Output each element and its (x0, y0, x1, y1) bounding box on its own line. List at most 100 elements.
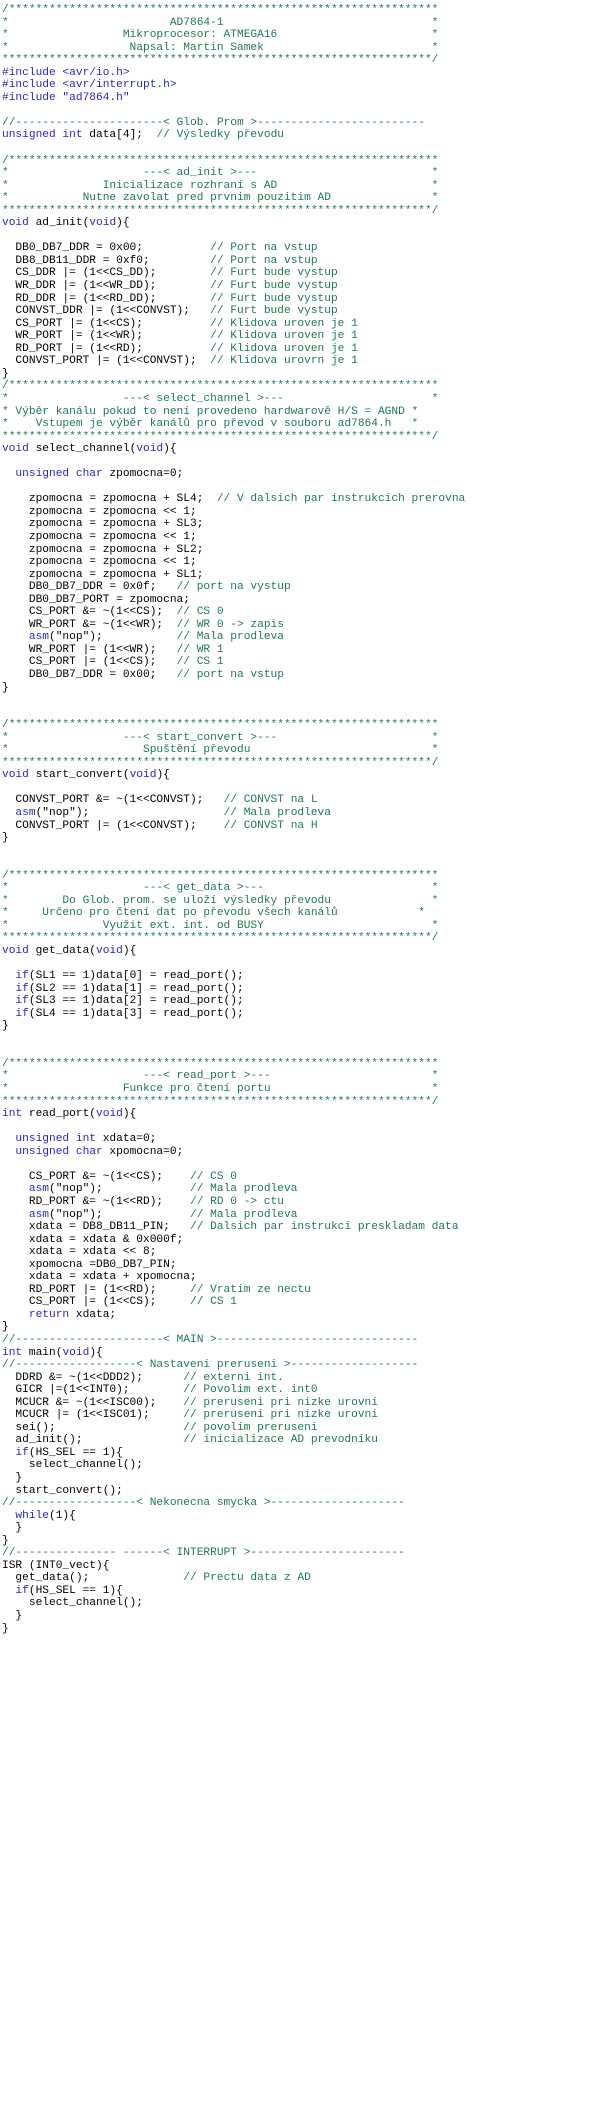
code-token: RD_PORT |= (1<<RD); (2, 342, 211, 355)
code-token: // Klidova uroven je 1 (210, 317, 358, 330)
code-token: // CS 0 (176, 606, 224, 619)
code-token: if (2, 995, 29, 1008)
code-line: unsigned int xdata=0; (2, 1133, 592, 1146)
code-token: * Do Glob. prom. se uloží výsledky převo… (2, 894, 439, 907)
code-line: * ---< get_data >--- * (2, 882, 592, 895)
code-token: // Furt bude vystup (210, 267, 338, 280)
code-token: select_channel(); (2, 1597, 143, 1610)
code-token: sei(); (2, 1421, 184, 1434)
code-token: } (2, 1522, 23, 1535)
code-line: /***************************************… (2, 155, 592, 168)
code-line: /***************************************… (2, 719, 592, 732)
code-token: void (136, 443, 164, 456)
code-token: } (2, 1534, 9, 1547)
code-line: //--------------- ------< INTERRUPT >---… (2, 1547, 592, 1560)
code-line: if(SL3 == 1)data[2] = read_port(); (2, 995, 592, 1008)
code-line: * Do Glob. prom. se uloží výsledky převo… (2, 895, 592, 908)
code-line: } (2, 1535, 592, 1548)
code-token: // Prectu data z AD (183, 1572, 311, 1585)
code-token: // Dalsich par instrukci preskladam data (189, 1221, 459, 1234)
code-token: // port na vstup (176, 668, 284, 681)
code-token: ){ (116, 217, 130, 230)
code-token: get_data(); (2, 1572, 184, 1585)
code-token: * Určeno pro čtení dat po převodu všech … (2, 907, 425, 920)
code-line: * Využit ext. int. od BUSY * (2, 920, 592, 933)
code-line: #include <avr/io.h> (2, 67, 592, 80)
code-token: ****************************************… (2, 54, 439, 67)
code-token: (SL4 == 1)data[3] = read_port(); (28, 1007, 244, 1020)
code-token: xdata = DB8_DB11_PIN; (2, 1221, 190, 1234)
code-token: * Napsal: Martin Samek * (2, 41, 439, 54)
code-line: zpomocna = zpomocna << 1; (2, 531, 592, 544)
code-token: * AD7864-1 * (2, 16, 439, 29)
code-token: GICR |=(1<<INT0); (2, 1384, 184, 1397)
code-token: // Port na vstup (210, 254, 318, 267)
code-token: ("nop"); (49, 631, 177, 644)
code-token: xpomocna=0; (102, 1145, 184, 1158)
code-token: int (2, 1108, 23, 1121)
code-line: xdata = xdata << 8; (2, 1246, 592, 1259)
code-line: zpomocna = zpomocna + SL1; (2, 569, 592, 582)
code-line: //----------------------< Glob. Prom >--… (2, 117, 592, 130)
code-line: } (2, 1020, 592, 1033)
code-token: if (2, 982, 29, 995)
code-line: ****************************************… (2, 932, 592, 945)
code-line: void select_channel(void){ (2, 443, 592, 456)
code-token: DB0_DB7_DDR = 0x0f; (2, 581, 177, 594)
code-token: RD_PORT &= ~(1<<RD); (2, 1195, 190, 1208)
code-token: // CONVST na H (223, 819, 318, 832)
code-token: DB8_DB11_DDR = 0xf0; (2, 254, 211, 267)
code-line: asm("nop"); // Mala prodleva (2, 631, 592, 644)
code-token: // preruseni pri nizke urovni (183, 1396, 378, 1409)
code-token: #include "ad7864.h" (2, 91, 130, 104)
code-line: * ---< read_port >--- * (2, 1070, 592, 1083)
code-line: if(SL1 == 1)data[0] = read_port(); (2, 970, 592, 983)
code-line: xdata = DB8_DB11_PIN; // Dalsich par ins… (2, 1221, 592, 1234)
code-token: void (2, 769, 29, 782)
code-token: // Klidova urovrn je 1 (210, 355, 358, 368)
code-token: * ---< read_port >--- * (2, 1070, 439, 1083)
code-line: unsigned char zpomocna=0; (2, 468, 592, 481)
code-line: DB0_DB7_DDR = 0x00; // port na vstup (2, 669, 592, 682)
code-token: // externi int. (183, 1371, 284, 1384)
code-token: void (96, 1108, 123, 1121)
code-token: //------------------< Nastaveni prerusen… (2, 1359, 419, 1372)
code-token: MCUCR |= (1<<ISC01); (2, 1409, 184, 1422)
code-token: CONVST_PORT &= ~(1<<CONVST); (2, 794, 224, 807)
code-listing[interactable]: /***************************************… (0, 0, 592, 1635)
code-token: * Vstupem je výběr kanálů pro převod v s… (2, 418, 419, 431)
code-line: * Funkce pro čtení portu * (2, 1083, 592, 1096)
code-token: /***************************************… (2, 869, 439, 882)
code-token: * Spuštění převodu * (2, 744, 439, 757)
code-line: } (2, 1623, 592, 1636)
code-line: select_channel(); (2, 1459, 592, 1472)
code-line: #include <avr/interrupt.h> (2, 79, 592, 92)
code-line: CS_PORT |= (1<<CS); // CS 1 (2, 1296, 592, 1309)
code-line: } (2, 368, 592, 381)
code-token: if (2, 1584, 29, 1597)
code-token: (SL3 == 1)data[2] = read_port(); (28, 995, 244, 1008)
code-token: if (2, 1446, 29, 1459)
code-token: CS_PORT &= ~(1<<CS); (2, 606, 177, 619)
code-line: /***************************************… (2, 380, 592, 393)
code-token: ad_init(); (2, 1434, 184, 1447)
code-token: DB0_DB7_PORT = zpomocna; (2, 593, 190, 606)
code-line: xdata = xdata & 0x000f; (2, 1234, 592, 1247)
code-token: // WR 0 -> zapis (176, 618, 284, 631)
code-line: zpomocna = zpomocna + SL4; // V dalsich … (2, 493, 592, 506)
code-token: * Využit ext. int. od BUSY * (2, 919, 439, 932)
code-token: DDRD &= ~(1<<DDD2); (2, 1371, 184, 1384)
code-token: DB0_DB7_DDR = 0x00; (2, 668, 177, 681)
code-token: // CS 0 (189, 1170, 237, 1183)
code-line: * Mikroprocesor: ATMEGA16 * (2, 29, 592, 42)
code-token: // Výsledky převodu (156, 129, 284, 142)
code-token: void (2, 443, 29, 456)
code-line: * ---< select_channel >--- * (2, 393, 592, 406)
